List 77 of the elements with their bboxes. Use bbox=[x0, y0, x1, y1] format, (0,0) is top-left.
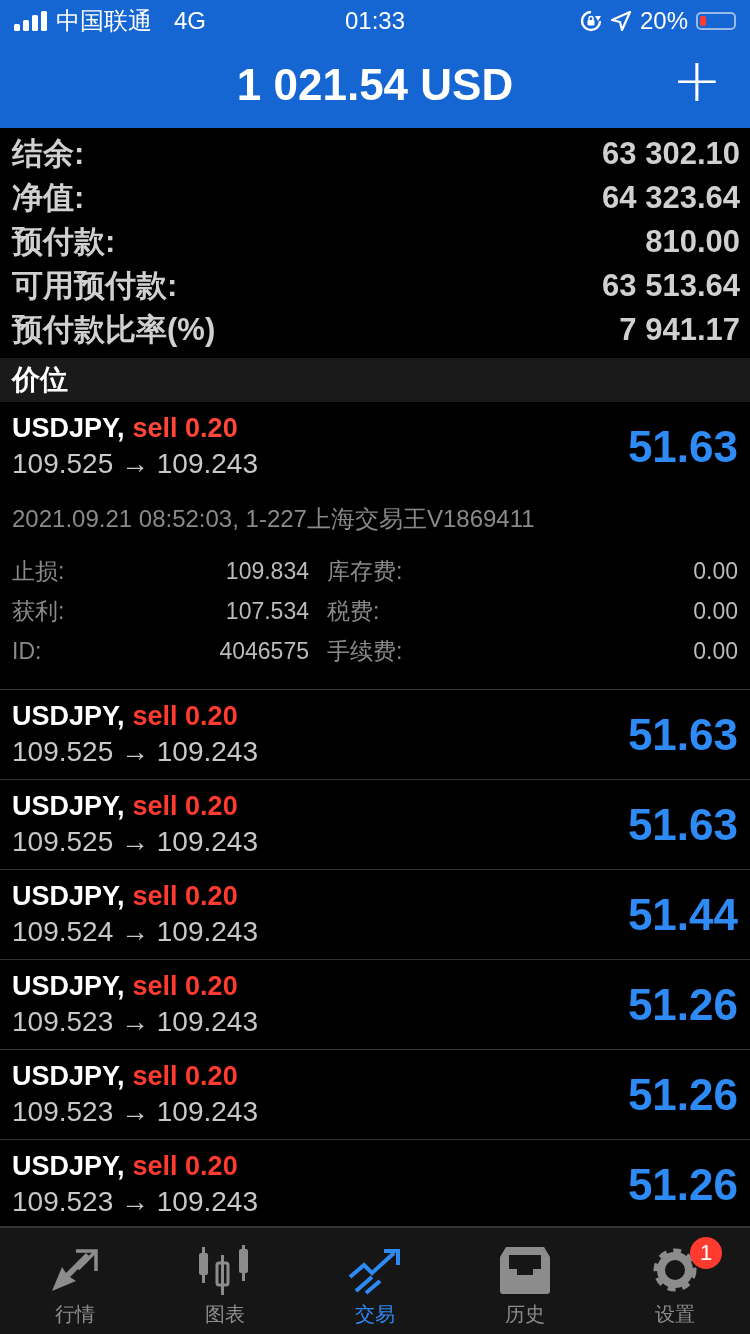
tab-item[interactable]: 1 设置 bbox=[600, 1228, 750, 1334]
location-arrow-icon bbox=[609, 10, 632, 32]
summary-label: 净值: bbox=[12, 179, 85, 217]
detail-label: 税费: bbox=[327, 596, 381, 626]
symbol-name: USDJPY, bbox=[12, 971, 125, 1001]
open-time: 2021.09.21 08:52:03, 1-227上海交易王V1869411 bbox=[12, 504, 536, 534]
order-type: sell 0.20 bbox=[132, 881, 238, 911]
position-row[interactable]: USDJPY, sell 0.20 109.523 → 109.243 51.26 bbox=[0, 960, 750, 1050]
signal-icon bbox=[14, 11, 48, 31]
position-row[interactable]: USDJPY, sell 0.20 109.524 → 109.243 51.44 bbox=[0, 870, 750, 960]
tab-item[interactable]: 行情 bbox=[0, 1228, 150, 1334]
profit-value: 51.63 bbox=[627, 799, 738, 850]
position-row[interactable]: USDJPY, sell 0.20 109.525 → 109.243 51.63 bbox=[0, 690, 750, 780]
network-type: 4G bbox=[174, 7, 206, 35]
profit-value: 51.63 bbox=[627, 421, 738, 472]
summary-label: 可用预付款: bbox=[12, 267, 178, 305]
profit-value: 51.26 bbox=[627, 979, 738, 1030]
detail-value: 0.00 bbox=[693, 597, 738, 625]
inbox-icon bbox=[500, 1245, 550, 1295]
summary-value: 63 513.64 bbox=[602, 268, 740, 304]
price-range: 109.523 → 109.243 bbox=[12, 1186, 258, 1218]
detail-label: 手续费: bbox=[327, 636, 404, 666]
symbol-name: USDJPY, bbox=[12, 1061, 125, 1091]
detail-value: 107.534 bbox=[224, 597, 310, 625]
symbol-name: USDJPY, bbox=[12, 1151, 125, 1181]
detail-label: 库存费: bbox=[327, 556, 404, 586]
position-row[interactable]: USDJPY, sell 0.20 109.525 → 109.243 51.63 bbox=[0, 780, 750, 870]
tab-item[interactable]: 图表 bbox=[150, 1228, 300, 1334]
add-button[interactable]: + bbox=[671, 50, 722, 110]
position-row[interactable]: USDJPY, sell 0.20 109.523 → 109.243 51.26 bbox=[0, 1050, 750, 1140]
price-range: 109.524 → 109.243 bbox=[12, 916, 258, 948]
order-type: sell 0.20 bbox=[132, 791, 238, 821]
profit-value: 51.26 bbox=[627, 1069, 738, 1120]
candlestick-icon bbox=[199, 1243, 251, 1295]
summary-value: 810.00 bbox=[645, 224, 740, 260]
detail-value: 4046575 bbox=[218, 637, 310, 665]
summary-label: 结余: bbox=[12, 135, 85, 173]
trend-arrow-icon bbox=[348, 1247, 402, 1295]
symbol-name: USDJPY, bbox=[12, 701, 125, 731]
section-title: 价位 bbox=[12, 363, 68, 397]
detail-value: 0.00 bbox=[693, 637, 738, 665]
carrier-name: 中国联通 bbox=[56, 6, 152, 36]
symbol-name: USDJPY, bbox=[12, 791, 125, 821]
order-type: sell 0.20 bbox=[132, 413, 238, 443]
profit-value: 51.63 bbox=[627, 709, 738, 760]
symbol-name: USDJPY, bbox=[12, 413, 125, 443]
detail-label: 获利: bbox=[12, 596, 66, 626]
price-range: 109.525 → 109.243 bbox=[12, 736, 258, 768]
symbol-name: USDJPY, bbox=[12, 881, 125, 911]
detail-label: 止损: bbox=[12, 556, 66, 586]
rotation-lock-icon bbox=[579, 10, 602, 32]
profit-value: 51.26 bbox=[627, 1159, 738, 1210]
summary-label: 预付款比率(%) bbox=[12, 311, 216, 349]
battery-icon bbox=[696, 12, 736, 30]
detail-value: 0.00 bbox=[693, 557, 738, 585]
summary-label: 预付款: bbox=[12, 223, 116, 261]
profit-value: 51.44 bbox=[627, 889, 738, 940]
price-range: 109.523 → 109.243 bbox=[12, 1096, 258, 1128]
price-range: 109.523 → 109.243 bbox=[12, 1006, 258, 1038]
summary-value: 7 941.17 bbox=[619, 312, 740, 348]
order-type: sell 0.20 bbox=[132, 701, 238, 731]
summary-value: 64 323.64 bbox=[602, 180, 740, 216]
tab-item[interactable]: 交易 bbox=[300, 1228, 450, 1334]
order-type: sell 0.20 bbox=[132, 1061, 238, 1091]
order-type: sell 0.20 bbox=[132, 1151, 238, 1181]
detail-value: 109.834 bbox=[224, 557, 310, 585]
order-type: sell 0.20 bbox=[132, 971, 238, 1001]
detail-label: ID: bbox=[12, 637, 43, 665]
clock-time: 01:33 bbox=[344, 7, 406, 35]
notification-badge: 1 bbox=[690, 1237, 722, 1269]
tab-item[interactable]: 历史 bbox=[450, 1228, 600, 1334]
price-range: 109.525 → 109.243 bbox=[12, 448, 258, 480]
price-range: 109.525 → 109.243 bbox=[12, 826, 258, 858]
position-row[interactable]: USDJPY, sell 0.20 109.525 → 109.243 51.63 2021.09.21 08:52:03, 1-227上海交易王V1869411 止损: 109.834 库存费: 0.00 获利: 107.534 税费: 0.00 ID: 4046575 手续费: 0.00 bbox=[0, 402, 750, 690]
balance-title: 1 021.54 USD bbox=[236, 60, 514, 110]
battery-percent: 20% bbox=[639, 7, 688, 35]
summary-value: 63 302.10 bbox=[602, 136, 740, 172]
